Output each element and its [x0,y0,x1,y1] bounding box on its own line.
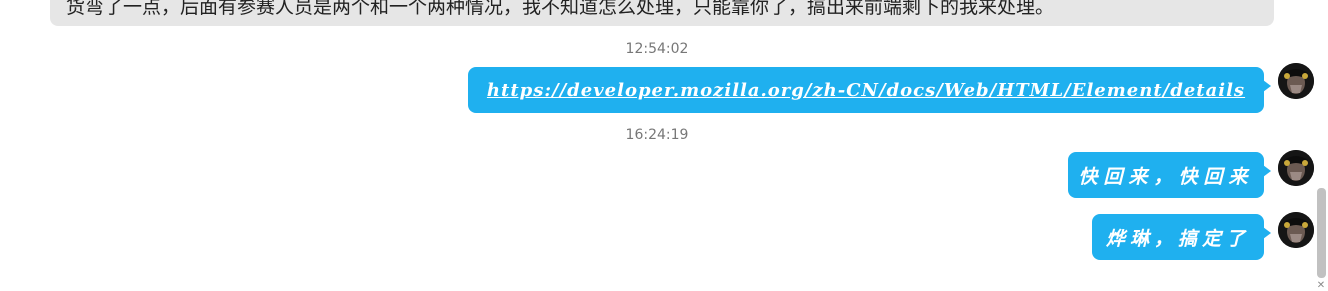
message-timestamp: 16:24:19 [625,127,689,143]
user-avatar-icon[interactable] [1278,150,1314,186]
sent-message-bubble: 烨琳，搞定了 [1092,214,1271,260]
received-message-bubble: 货弯了一点，后面有参赛人员是两个和一个两种情况，我不知道怎么处理，只能靠你了，搞… [50,0,1274,26]
user-avatar-icon[interactable] [1278,212,1314,248]
chevron-down-icon[interactable]: ✕ [1316,281,1326,291]
sent-message-text: 快回来，快回来 [1078,165,1254,188]
sent-message-text: 烨琳，搞定了 [1105,227,1250,250]
user-avatar-icon[interactable] [1278,63,1314,99]
message-timestamp: 12:54:02 [625,41,689,57]
scrollbar-thumb[interactable] [1317,188,1326,278]
sent-message-bubble: 快回来，快回来 [1068,152,1271,198]
sent-message-bubble-link: https://developer.mozilla.org/zh-CN/docs… [468,67,1271,113]
vertical-scrollbar[interactable]: ✕ [1314,0,1328,291]
chat-window: 货弯了一点，后面有参赛人员是两个和一个两种情况，我不知道怎么处理，只能靠你了，搞… [0,0,1328,291]
message-link[interactable]: https://developer.mozilla.org/zh-CN/docs… [487,80,1245,101]
received-message-text: 货弯了一点，后面有参赛人员是两个和一个两种情况，我不知道怎么处理，只能靠你了，搞… [66,0,1055,18]
